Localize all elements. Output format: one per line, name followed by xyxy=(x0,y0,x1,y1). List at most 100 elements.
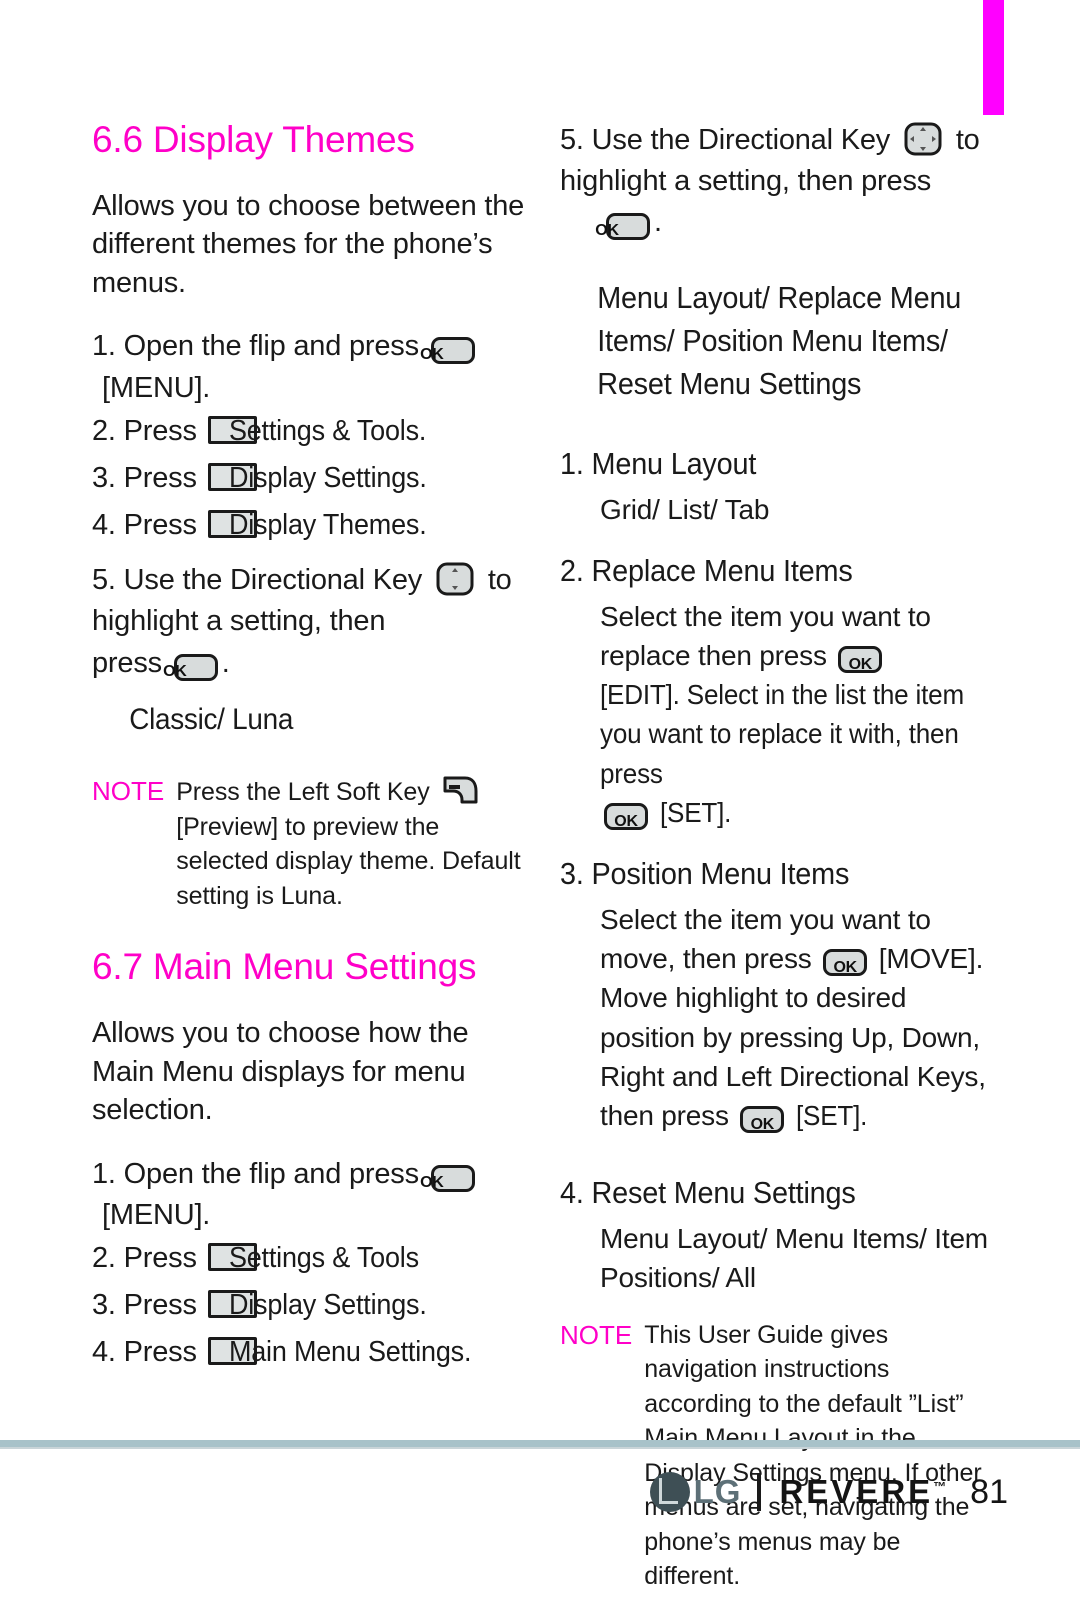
step-item-directional: 5. Use the Directional Key to highlight … xyxy=(560,120,1000,244)
step-number: 5. xyxy=(560,124,584,156)
step-text: Press xyxy=(123,1289,197,1322)
left-soft-key-icon xyxy=(443,776,478,804)
display-theme-options: Classic/ Luna xyxy=(129,702,294,736)
step-text-line2: highlight a setting, then xyxy=(92,605,386,638)
note-body: This User Guide gives navigation instruc… xyxy=(644,1320,982,1591)
step-text: Press xyxy=(123,414,197,447)
step-text-cont: Settings & Tools. xyxy=(228,414,426,447)
step-number: 2. xyxy=(92,1241,116,1274)
step-number: 5. xyxy=(92,564,116,597)
lg-circle-icon xyxy=(649,1472,690,1512)
note-label: NOTE xyxy=(560,1319,633,1350)
subsection-item: 1. Menu Layout xyxy=(560,442,756,486)
ok-key-icon: OK xyxy=(838,646,883,674)
ok-key-icon: OK xyxy=(420,1164,475,1192)
step-period: . xyxy=(654,206,662,239)
subsection-title: Position Menu Items xyxy=(591,856,850,892)
note-label: NOTE xyxy=(92,776,165,807)
subsection-number: 2. xyxy=(560,552,584,588)
subsection-item: 2. Replace Menu Items xyxy=(560,549,853,593)
step-text: Open the flip and press xyxy=(123,1157,419,1190)
note-text-post: [Preview] to preview the selected displa… xyxy=(176,812,521,910)
ok-key-icon: OK xyxy=(163,653,218,681)
main-menu-settings-intro: Allows you to choose how the Main Menu d… xyxy=(92,1016,469,1127)
ok-key-icon: OK xyxy=(823,949,868,977)
page-tab-marker xyxy=(983,0,1004,115)
step-item: 4. Press 7pqrs Main Menu Settings. xyxy=(92,1332,532,1373)
subsection-item: 3. Position Menu Items xyxy=(560,852,849,896)
note-text-pre: Press the Left Soft Key xyxy=(176,778,430,807)
step-text-cont: Main Menu Settings. xyxy=(228,1336,471,1369)
revere-model-text: REVERE™ xyxy=(779,1473,946,1511)
subsection-number: 1. xyxy=(560,445,584,481)
subsection-detail: Grid/ List/ Tab xyxy=(600,493,770,525)
subsection-number: 3. xyxy=(560,856,584,892)
logo-divider xyxy=(757,1473,762,1511)
footer-divider-secondary xyxy=(0,1447,1080,1449)
note-block-navigation: NOTE This User Guide gives navigation in… xyxy=(560,1318,1000,1594)
step-item: 5. Use the Directional Key to highlight … xyxy=(92,560,532,684)
step-text-line3: press xyxy=(92,646,162,679)
left-column: 6.6 Display Themes Allows you to choose … xyxy=(92,119,532,1379)
step-text: Open the flip and press xyxy=(123,330,419,363)
detail-text-post: [SET]. xyxy=(659,796,731,828)
detail-text-mid: [EDIT]. Select in the list the item you … xyxy=(600,679,964,789)
step-item: 2. Press 9wxyz Settings & Tools xyxy=(92,1238,532,1279)
settings-list-heading: Menu Layout/ Replace Menu Items/ Positio… xyxy=(597,279,962,402)
section-title-main-menu-settings: 6.7 Main Menu Settings xyxy=(92,946,477,988)
ok-key-icon: OK xyxy=(595,213,650,241)
step-text-cont: Display Settings. xyxy=(228,461,427,494)
ok-key-icon: OK xyxy=(604,802,648,830)
manual-page: 6.6 Display Themes Allows you to choose … xyxy=(0,0,1080,1590)
subsection-detail: Menu Layout/ Menu Items/ Item Positions/… xyxy=(600,1223,988,1294)
step-text-cont: Display Themes. xyxy=(228,509,427,542)
step-item: 4. Press 6mno Display Themes. xyxy=(92,505,532,546)
subsection-detail: Select the item you want to move, then p… xyxy=(560,900,1000,1135)
right-column: 5. Use the Directional Key to highlight … xyxy=(560,120,1000,1612)
step-text-cont: [MENU]. xyxy=(102,1198,211,1231)
subsection-title: Menu Layout xyxy=(591,445,757,481)
step-number: 1. xyxy=(92,330,116,363)
model-name: REVERE xyxy=(779,1473,934,1510)
ok-key-icon: OK xyxy=(420,337,475,365)
step-text: Press xyxy=(123,461,197,494)
subsection-number: 4. xyxy=(560,1175,584,1211)
step-item: 1. Open the flip and press OK [MENU]. xyxy=(92,1154,532,1236)
footer-divider xyxy=(0,1440,1080,1447)
page-footer: LG REVERE™ 81 xyxy=(0,1462,1080,1522)
step-item: 2. Press 9wxyz Settings & Tools. xyxy=(92,411,532,452)
lg-logo: LG REVERE™ xyxy=(649,1472,946,1512)
step-text-line2: highlight a setting, then press xyxy=(560,165,932,198)
directional-key-icon xyxy=(904,122,942,156)
page-number: 81 xyxy=(970,1472,1008,1511)
step-number: 3. xyxy=(92,461,116,494)
subsection-title: Replace Menu Items xyxy=(591,552,853,588)
step-text: Press xyxy=(123,1336,197,1369)
step-number: 3. xyxy=(92,1289,116,1322)
step-text-cont: to xyxy=(487,564,512,597)
step-text: Use the Directional Key xyxy=(591,124,891,156)
trademark-symbol: ™ xyxy=(933,1479,947,1494)
note-block-display-themes: NOTE Press the Left Soft Key [Preview] t… xyxy=(92,774,532,913)
step-number: 4. xyxy=(92,1336,116,1369)
step-text: Press xyxy=(123,1241,197,1274)
step-text-cont: Display Settings. xyxy=(228,1289,427,1322)
ok-key-icon: OK xyxy=(740,1105,785,1133)
step-item: 1. Open the flip and press OK [MENU]. xyxy=(92,326,532,408)
step-number: 2. xyxy=(92,414,116,447)
step-number: 1. xyxy=(92,1157,116,1190)
step-number: 4. xyxy=(92,509,116,542)
step-text: Press xyxy=(123,509,197,542)
note-body: Press the Left Soft Key [Preview] to pre… xyxy=(176,774,532,913)
section-title-display-themes: 6.6 Display Themes xyxy=(92,119,415,160)
step-text-cont: Settings & Tools xyxy=(228,1241,419,1274)
detail-text-post: [SET]. xyxy=(795,1099,868,1131)
display-themes-intro: Allows you to choose between the differe… xyxy=(92,189,525,299)
step-period: . xyxy=(221,646,230,679)
subsection-item: 4. Reset Menu Settings xyxy=(560,1171,856,1215)
step-text: Use the Directional Key xyxy=(123,564,423,597)
step-text-cont: [MENU]. xyxy=(102,371,211,404)
subsection-detail: Select the item you want to replace then… xyxy=(560,597,1000,832)
subsection-title: Reset Menu Settings xyxy=(591,1175,856,1211)
lg-brand-text: LG xyxy=(693,1473,742,1510)
